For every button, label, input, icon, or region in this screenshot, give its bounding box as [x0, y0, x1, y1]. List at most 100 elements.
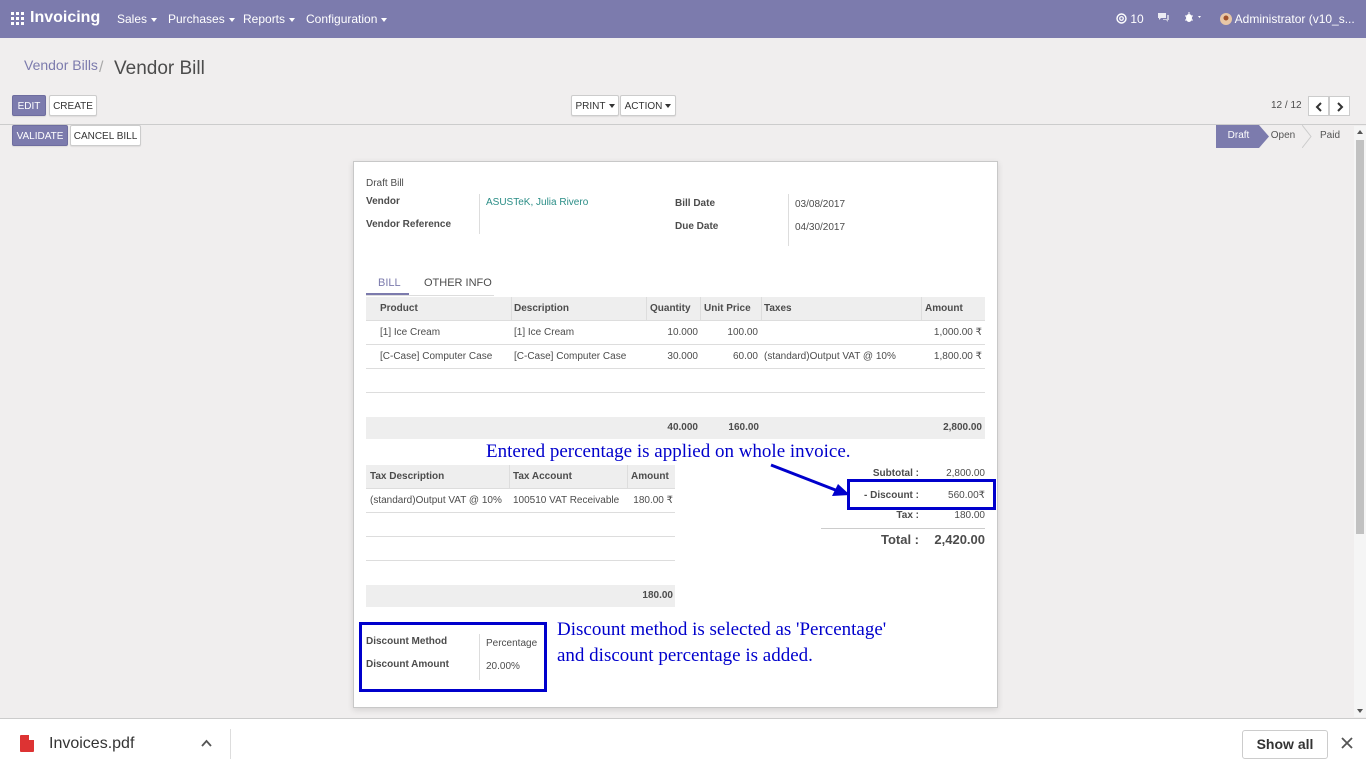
- show-all-button[interactable]: Show all: [1242, 730, 1328, 759]
- menu-configuration[interactable]: Configuration: [306, 12, 388, 26]
- caret-down-icon: [151, 17, 158, 22]
- print-button[interactable]: PRINT: [571, 95, 619, 116]
- cell-tax-description: (standard)Output VAT @ 10%: [370, 495, 502, 506]
- breadcrumb-vendor-bills[interactable]: Vendor Bills: [24, 57, 98, 73]
- cell-quantity: 30.000: [667, 351, 698, 362]
- table-row-empty[interactable]: [366, 369, 985, 393]
- tab-bill[interactable]: BILL: [378, 277, 401, 289]
- cell-amount: 1,000.00 ₹: [933, 327, 982, 338]
- cell-description: [1] Ice Cream: [514, 327, 575, 338]
- at-icon: [1116, 13, 1127, 24]
- column-separator: [511, 297, 512, 321]
- vendor-label: Vendor: [366, 196, 400, 207]
- chat-icon[interactable]: [1157, 12, 1170, 26]
- scroll-up-icon[interactable]: [1357, 130, 1363, 134]
- column-separator: [761, 297, 762, 321]
- scroll-down-icon[interactable]: [1357, 709, 1363, 713]
- bill-date-label: Bill Date: [675, 198, 716, 209]
- due-date-field[interactable]: 04/30/2017: [795, 222, 845, 233]
- cell-description: [C-Case] Computer Case: [514, 351, 627, 362]
- cell-quantity: 10.000: [667, 327, 698, 338]
- totals-divider: [821, 528, 985, 529]
- field-divider: [788, 194, 789, 246]
- cell-product: [C-Case] Computer Case: [380, 351, 493, 362]
- table-row-empty[interactable]: [366, 393, 985, 417]
- subtotal-label: Subtotal :: [872, 468, 919, 479]
- table-row[interactable]: [C-Case] Computer Case [C-Case] Computer…: [366, 345, 985, 369]
- column-separator: [700, 297, 701, 321]
- status-stage-open[interactable]: Open: [1262, 125, 1304, 148]
- column-separator: [646, 297, 647, 321]
- create-button[interactable]: CREATE: [49, 95, 97, 116]
- table-row-empty[interactable]: [366, 561, 675, 585]
- bill-date-field[interactable]: 03/08/2017: [795, 199, 845, 210]
- status-stage-paid[interactable]: Paid: [1310, 125, 1350, 148]
- app-title: Invoicing: [30, 9, 101, 26]
- menu-purchases[interactable]: Purchases: [168, 12, 235, 26]
- discount-fields-highlight-box: [359, 622, 547, 692]
- column-header-tax-account[interactable]: Tax Account: [513, 465, 572, 489]
- status-stage-draft: Draft: [1216, 125, 1259, 148]
- scrollbar-thumb[interactable]: [1356, 140, 1364, 534]
- user-name: Administrator (v10_s...: [1234, 12, 1355, 26]
- column-header-amount[interactable]: Amount: [925, 297, 963, 321]
- table-row[interactable]: (standard)Output VAT @ 10% 100510 VAT Re…: [366, 489, 675, 513]
- caret-down-icon: [228, 17, 235, 22]
- menu-sales[interactable]: Sales: [117, 12, 158, 26]
- action-button[interactable]: ACTION: [620, 95, 676, 116]
- invoice-lines-header: Product Description Quantity Unit Price …: [366, 297, 985, 321]
- column-separator: [509, 465, 510, 489]
- cell-taxes: (standard)Output VAT @ 10%: [764, 351, 896, 362]
- column-header-unit-price[interactable]: Unit Price: [704, 297, 751, 321]
- pager-next-button[interactable]: [1329, 96, 1350, 116]
- discount-highlight-box: [847, 479, 996, 510]
- column-separator: [627, 465, 628, 489]
- vendor-reference-field[interactable]: [486, 219, 636, 233]
- user-menu[interactable]: Administrator (v10_s...: [1220, 12, 1355, 26]
- cancel-bill-button[interactable]: CANCEL BILL: [70, 125, 141, 146]
- cell-unit-price: 100.00: [727, 327, 758, 338]
- cell-product: [1] Ice Cream: [380, 327, 441, 338]
- pdf-file-icon[interactable]: [20, 735, 34, 752]
- cell-tax-amount: 180.00 ₹: [633, 495, 673, 506]
- activity-indicator[interactable]: 10: [1116, 12, 1144, 26]
- column-header-taxes[interactable]: Taxes: [764, 297, 792, 321]
- due-date-label: Due Date: [675, 221, 719, 232]
- table-row-empty[interactable]: [366, 513, 675, 537]
- menu-reports[interactable]: Reports: [243, 12, 296, 26]
- tax-label: Tax :: [896, 510, 919, 521]
- close-icon[interactable]: [1341, 737, 1353, 749]
- bill-state-label: Draft Bill: [366, 178, 404, 189]
- annotation-note-invoice-discount: Entered percentage is applied on whole i…: [486, 441, 851, 462]
- pager-value: 12 / 12: [1271, 100, 1302, 111]
- table-row[interactable]: [1] Ice Cream [1] Ice Cream 10.000 100.0…: [366, 321, 985, 345]
- tax-value: 180.00: [954, 510, 985, 521]
- breadcrumb-separator: /: [99, 59, 104, 76]
- total-value: 2,420.00: [934, 532, 985, 547]
- tab-other-info[interactable]: OTHER INFO: [424, 277, 492, 289]
- subtotal-value: 2,800.00: [946, 468, 985, 479]
- tax-lines-header: Tax Description Tax Account Amount: [366, 465, 675, 489]
- pager-previous-button[interactable]: [1308, 96, 1329, 116]
- edit-button[interactable]: EDIT: [12, 95, 46, 116]
- column-header-product[interactable]: Product: [380, 297, 418, 321]
- total-label: Total :: [880, 532, 919, 547]
- annotation-note-method-line2: and discount percentage is added.: [557, 645, 813, 666]
- scrollbar[interactable]: [1354, 126, 1366, 717]
- column-header-tax-description[interactable]: Tax Description: [370, 465, 444, 489]
- table-row-empty[interactable]: [366, 537, 675, 561]
- caret-down-icon: [665, 104, 672, 109]
- download-filename[interactable]: Invoices.pdf: [49, 735, 134, 753]
- chevron-up-icon[interactable]: [201, 739, 212, 747]
- column-header-description[interactable]: Description: [514, 297, 569, 321]
- column-header-quantity[interactable]: Quantity: [650, 297, 691, 321]
- invoice-lines-footer: 40.000 160.00 2,800.00: [366, 417, 985, 439]
- cell-tax-account: 100510 VAT Receivable: [513, 495, 620, 506]
- top-navbar: Invoicing Sales Purchases Reports Config…: [0, 0, 1366, 38]
- column-header-tax-amount[interactable]: Amount: [631, 465, 669, 489]
- vendor-field[interactable]: ASUSTeK, Julia Rivero: [486, 197, 588, 208]
- validate-button[interactable]: VALIDATE: [12, 125, 68, 146]
- apps-grid-icon[interactable]: [11, 12, 24, 25]
- debug-bug-icon[interactable]: [1184, 12, 1204, 26]
- chevron-right-icon: [1337, 102, 1344, 112]
